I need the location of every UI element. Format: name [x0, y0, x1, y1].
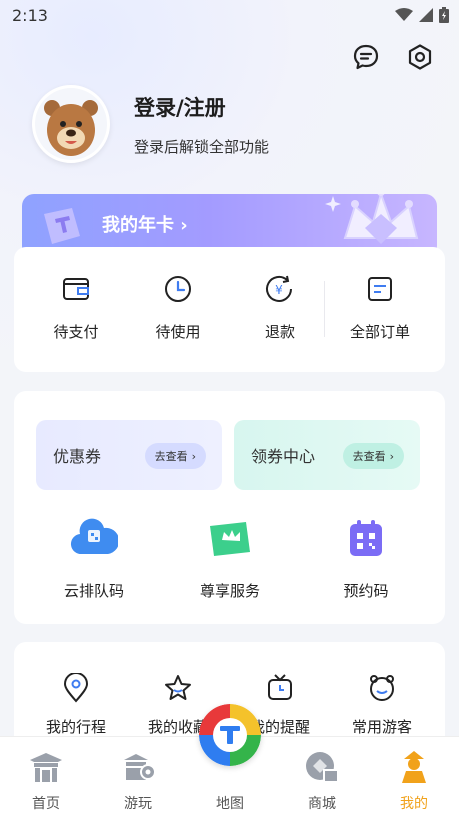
mall-icon	[302, 747, 342, 787]
tool-my-trips[interactable]: 我的行程	[33, 672, 119, 737]
order-refund[interactable]: ¥ 退款	[237, 273, 323, 342]
visitor-face-icon	[366, 672, 398, 704]
map-icon	[199, 704, 261, 766]
order-label: 待支付	[53, 323, 99, 341]
tab-mall[interactable]: 商城	[282, 747, 362, 813]
tab-play[interactable]: 游玩	[98, 747, 178, 813]
map-button[interactable]	[199, 704, 261, 766]
annual-card-label: 我的年卡 ›	[102, 215, 188, 236]
me-figure-icon	[394, 747, 434, 787]
tab-home[interactable]: 首页	[6, 747, 86, 813]
tool-label: 常用游客	[351, 718, 412, 736]
home-gate-icon	[26, 747, 66, 787]
tool-frequent-visitors[interactable]: 常用游客	[339, 672, 425, 737]
avatar[interactable]	[32, 85, 110, 163]
order-to-use[interactable]: 待使用	[135, 273, 221, 342]
chevron-right-icon: ›	[389, 449, 394, 463]
service-label: 尊享服务	[199, 582, 260, 600]
status-time: 2:13	[12, 5, 48, 25]
service-label: 预约码	[343, 582, 389, 600]
tab-label: 商城	[308, 796, 336, 812]
clock-icon	[162, 273, 194, 305]
profile-header[interactable]: 登录/注册 登录后解锁全部功能	[32, 85, 269, 163]
service-label: 云排队码	[63, 582, 124, 600]
crown-ticket-icon	[206, 516, 254, 560]
tab-label: 地图	[216, 796, 244, 812]
coupon-card[interactable]: 优惠券 去查看 ›	[36, 420, 222, 490]
login-register-link[interactable]: 登录/注册	[134, 92, 269, 122]
qr-calendar-icon	[342, 516, 390, 560]
refund-icon: ¥	[264, 273, 296, 305]
play-pin-icon	[118, 747, 158, 787]
order-all[interactable]: 全部订单	[337, 273, 423, 342]
coupon-view-button[interactable]: 去查看 ›	[144, 443, 206, 469]
tab-label: 我的	[400, 796, 428, 812]
location-pin-icon	[60, 672, 92, 704]
order-pending-payment[interactable]: 待支付	[33, 273, 119, 342]
settings-hexagon-icon[interactable]	[405, 42, 435, 72]
service-premium[interactable]: 尊享服务	[170, 516, 290, 601]
svg-text:¥: ¥	[275, 283, 283, 297]
header-actions	[351, 42, 435, 72]
status-icons	[395, 7, 449, 23]
wifi-icon	[395, 8, 413, 21]
coupon-title: 优惠券	[53, 447, 102, 466]
service-cloud-queue[interactable]: 云排队码	[34, 516, 154, 601]
wallet-icon	[60, 273, 92, 305]
message-icon[interactable]	[351, 42, 381, 72]
order-label: 待使用	[155, 323, 201, 341]
annual-card-t-icon	[44, 208, 80, 244]
service-booking-code[interactable]: 预约码	[306, 516, 426, 601]
signal-icon	[419, 8, 433, 22]
tab-me[interactable]: 我的	[374, 747, 454, 813]
coupon-center-card[interactable]: 领券中心 去查看 ›	[234, 420, 420, 490]
orders-icon	[364, 273, 396, 305]
cloud-queue-icon	[70, 516, 118, 560]
coupon-center-title: 领券中心	[251, 447, 316, 466]
order-divider	[324, 281, 325, 337]
star-icon	[162, 672, 194, 704]
tv-clock-icon	[264, 672, 296, 704]
tool-label: 我的行程	[45, 718, 106, 736]
order-label: 全部订单	[349, 323, 410, 341]
chevron-right-icon: ›	[191, 449, 196, 463]
benefits-card: 优惠券 去查看 › 领券中心 去查看 › 云排队码 尊享服务 预约码	[14, 391, 445, 624]
status-bar: 2:13	[0, 0, 459, 30]
coupon-center-view-button[interactable]: 去查看 ›	[342, 443, 404, 469]
login-hint: 登录后解锁全部功能	[134, 137, 270, 156]
tab-label: 首页	[32, 796, 60, 812]
battery-icon	[439, 7, 449, 23]
order-label: 退款	[264, 323, 295, 341]
orders-card: 待支付 待使用 ¥ 退款 全部订单	[14, 247, 445, 372]
bear-avatar-icon	[35, 88, 107, 160]
tab-label: 游玩	[124, 796, 152, 812]
